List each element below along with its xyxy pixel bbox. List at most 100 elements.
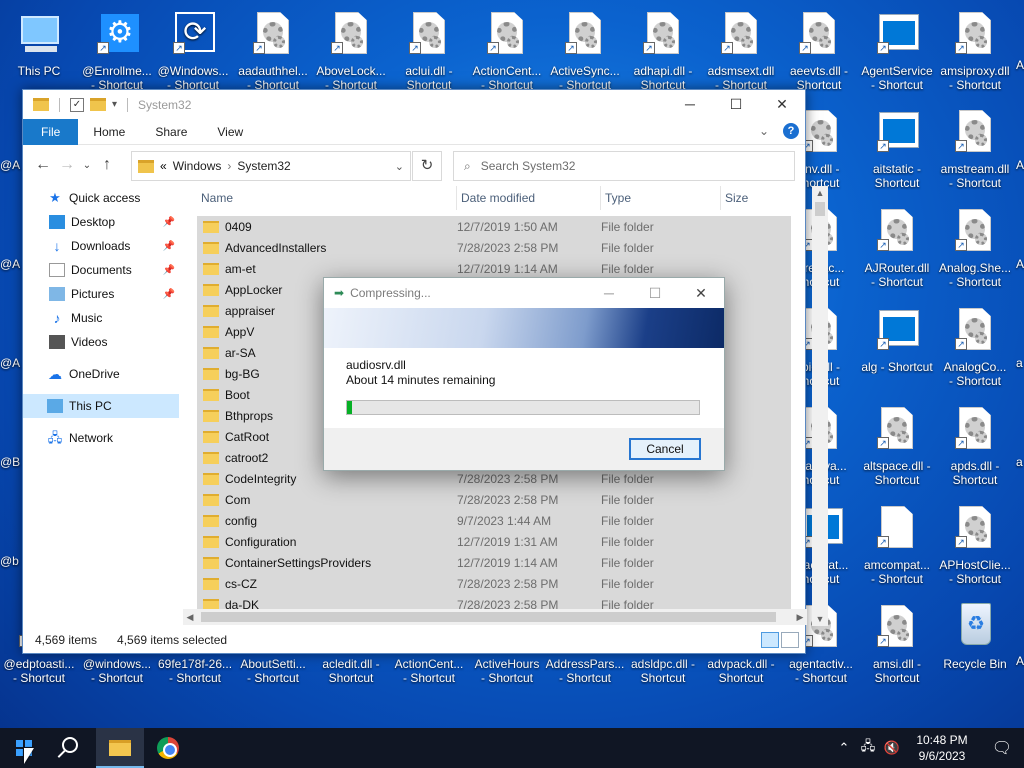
aphostclient-shortcut[interactable]: ↗ APHostClie... - Shortcut (934, 504, 1016, 586)
clipped-desktop-label[interactable]: A (1016, 654, 1024, 668)
clipped-desktop-label[interactable]: @A (0, 356, 20, 370)
horizontal-scroll-thumb[interactable] (201, 612, 776, 622)
analogshell-shortcut[interactable]: ↗ Analog.She... - Shortcut (934, 207, 1016, 289)
back-arrow-icon[interactable]: ← (31, 156, 55, 174)
refresh-icon[interactable]: ↻ (412, 151, 442, 181)
maximize-button[interactable]: ☐ (713, 90, 759, 119)
table-row[interactable]: AdvancedInstallers 7/28/2023 2:58 PM File … (197, 237, 791, 258)
table-row[interactable]: CodeIntegrity 7/28/2023 2:58 PM File folde… (197, 468, 791, 489)
address-bar[interactable]: « Windows › System32 ⌄ (131, 151, 411, 181)
clipped-desktop-label[interactable]: a (1016, 356, 1023, 370)
scroll-down-icon[interactable]: ▼ (812, 612, 828, 626)
table-row[interactable]: 0409 12/7/2019 1:50 AM File folder (197, 216, 791, 237)
new-folder-icon[interactable] (90, 98, 106, 111)
taskbar-file-explorer[interactable] (96, 728, 144, 768)
clipped-desktop-label[interactable]: @b (0, 554, 19, 568)
aitstatic-shortcut[interactable]: ↗ aitstatic - Shortcut (856, 108, 938, 190)
dialog-titlebar[interactable]: ➡ Compressing... ─ ☐ ✕ (324, 278, 724, 308)
vertical-scrollbar[interactable]: ▲ ▼ (812, 186, 828, 626)
clipped-desktop-label[interactable]: @B (0, 455, 20, 469)
dialog-close-button[interactable]: ✕ (678, 278, 724, 308)
tab-view[interactable]: View (202, 119, 258, 145)
nav-item-onedrive[interactable]: ☁ OneDrive (23, 362, 179, 386)
amsi-shortcut[interactable]: ↗ amsi.dll - Shortcut (856, 603, 938, 685)
ajrouter-shortcut[interactable]: ↗ AJRouter.dll - Shortcut (856, 207, 938, 289)
notifications-icon[interactable]: 🗨 (980, 738, 1024, 758)
windows-shortcut[interactable]: ⟳ ↗ @Windows... - Shortcut (152, 10, 234, 92)
nav-item-network[interactable]: 🖧 Network (23, 426, 179, 450)
search-input[interactable]: Search System32 (481, 159, 576, 173)
large-icons-view-icon[interactable] (781, 632, 799, 648)
nav-item-documents[interactable]: Documents 📌 (23, 258, 179, 282)
minimize-button[interactable]: ─ (667, 90, 713, 119)
table-row[interactable]: Com 7/28/2023 2:58 PM File folder (197, 489, 791, 510)
help-icon[interactable]: ? (783, 123, 799, 139)
chevron-down-icon[interactable]: ⌄ (395, 160, 404, 173)
up-arrow-icon[interactable]: ↑ (95, 156, 119, 174)
this-pc[interactable]: This PC (0, 10, 80, 78)
analogco-shortcut[interactable]: ↗ AnalogCo... - Shortcut (934, 306, 1016, 388)
column-date-modified[interactable]: Date modified (457, 186, 601, 210)
adsmsext-shortcut[interactable]: ↗ adsmsext.dll - Shortcut (700, 10, 782, 92)
recent-locations-icon[interactable]: ⌄ (79, 160, 95, 171)
expand-ribbon-icon[interactable]: ⌄ (759, 124, 769, 138)
volume-muted-icon[interactable]: 🔇 (880, 740, 904, 756)
dialog-minimize-button[interactable]: ─ (586, 278, 632, 308)
nav-item-music[interactable]: ♪ Music (23, 306, 179, 330)
scroll-up-icon[interactable]: ▲ (812, 186, 828, 200)
adhapi-shortcut[interactable]: ↗ adhapi.dll - Shortcut (622, 10, 704, 92)
scroll-right-icon[interactable]: ▶ (793, 609, 807, 625)
column-size[interactable]: Size (721, 186, 791, 210)
scroll-thumb[interactable] (815, 202, 825, 216)
clipped-desktop-label[interactable]: a (1016, 455, 1023, 469)
horizontal-scrollbar[interactable]: ◀ ▶ (183, 609, 807, 625)
clipped-desktop-label[interactable]: A (1016, 58, 1024, 72)
clipped-desktop-label[interactable]: @A (0, 158, 20, 172)
clipped-desktop-label[interactable]: A (1016, 158, 1024, 172)
details-view-icon[interactable] (761, 632, 779, 648)
alg-shortcut[interactable]: ↗ alg - Shortcut (856, 306, 938, 374)
aclui-shortcut[interactable]: ↗ aclui.dll - Shortcut (388, 10, 470, 92)
apds-shortcut[interactable]: ↗ apds.dll - Shortcut (934, 405, 1016, 487)
network-icon[interactable]: 🖧 (856, 737, 880, 759)
aeevts-shortcut[interactable]: ↗ aeevts.dll - Shortcut (778, 10, 860, 92)
scroll-left-icon[interactable]: ◀ (183, 609, 197, 625)
explorer-titlebar[interactable]: ✓ ▾ System32 ─ ☐ ✕ (23, 90, 805, 119)
tab-home[interactable]: Home (78, 119, 140, 145)
taskbar-chrome[interactable] (144, 728, 192, 768)
close-button[interactable]: ✕ (759, 90, 805, 119)
amstream-shortcut[interactable]: ↗ amstream.dll - Shortcut (934, 108, 1016, 190)
search-box[interactable]: ⌕ Search System32 (453, 151, 795, 181)
nav-item-pictures[interactable]: Pictures 📌 (23, 282, 179, 306)
actioncenter-shortcut[interactable]: ↗ ActionCent... - Shortcut (466, 10, 548, 92)
properties-icon[interactable]: ✓ (70, 97, 84, 112)
amcompat-shortcut[interactable]: ↗ amcompat... - Shortcut (856, 504, 938, 586)
breadcrumb-windows[interactable]: Windows (173, 159, 222, 173)
abovelock-shortcut[interactable]: ↗ AboveLock... - Shortcut (310, 10, 392, 92)
cancel-button[interactable]: Cancel (629, 438, 701, 460)
enrollment-shortcut[interactable]: ⚙ ↗ @Enrollme... - Shortcut (76, 10, 158, 92)
agentservice-shortcut[interactable]: ↗ AgentService - Shortcut (856, 10, 938, 92)
column-type[interactable]: Type (601, 186, 721, 210)
search-button[interactable] (48, 728, 96, 768)
recycle-bin[interactable]: ♻ Recycle Bin (934, 603, 1016, 671)
tab-file[interactable]: File (23, 118, 79, 145)
table-row[interactable]: ContainerSettingsProviders 12/7/2019 1:14… (197, 552, 791, 573)
nav-item-downloads[interactable]: ↓ Downloads 📌 (23, 234, 179, 258)
nav-item-this-pc[interactable]: This PC (23, 394, 179, 418)
nav-item-desktop[interactable]: Desktop 📌 (23, 210, 179, 234)
table-row[interactable]: cs-CZ 7/28/2023 2:58 PM File folder (197, 573, 791, 594)
address-overflow[interactable]: « (160, 159, 167, 173)
nav-item-quick-access[interactable]: ★ Quick access (23, 186, 179, 210)
amsiproxy-shortcut[interactable]: ↗ amsiproxy.dll - Shortcut (934, 10, 1016, 92)
table-row[interactable]: am-et 12/7/2019 1:14 AM File folder (197, 258, 791, 279)
tab-share[interactable]: Share (140, 119, 202, 145)
show-hidden-icons-icon[interactable]: ⌃ (832, 740, 856, 756)
clipped-desktop-label[interactable]: @A (0, 257, 20, 271)
clock[interactable]: 10:48 PM 9/6/2023 (904, 732, 980, 764)
breadcrumb-system32[interactable]: System32 (237, 159, 290, 173)
column-name[interactable]: Name (197, 186, 457, 210)
chevron-right-icon[interactable]: › (227, 159, 231, 173)
nav-item-videos[interactable]: Videos (23, 330, 179, 354)
customize-toolbar-icon[interactable]: ▾ (112, 99, 117, 110)
